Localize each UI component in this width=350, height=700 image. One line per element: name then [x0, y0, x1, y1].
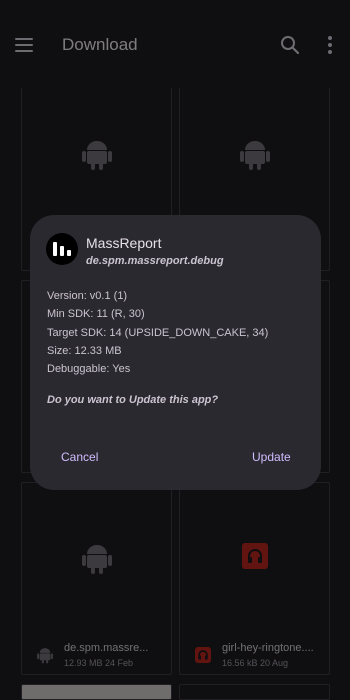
version-line: Version: v0.1 (1)	[47, 290, 128, 302]
app-info: Version: v0.1 (1) Min SDK: 11 (R, 30) Ta…	[47, 287, 268, 378]
app-name: MassReport	[86, 235, 162, 251]
confirm-question: Do you want to Update this app?	[47, 394, 219, 406]
cancel-button[interactable]: Cancel	[61, 450, 98, 464]
package-name: de.spm.massreport.debug	[86, 255, 224, 267]
app-icon	[46, 233, 78, 265]
min-sdk-line: Min SDK: 11 (R, 30)	[47, 308, 145, 321]
size-line: Size: 12.33 MB	[47, 344, 122, 357]
update-button[interactable]: Update	[252, 450, 291, 464]
debuggable-line: Debuggable: Yes	[47, 363, 131, 376]
target-sdk-line: Target SDK: 14 (UPSIDE_DOWN_CAKE, 34)	[47, 326, 269, 339]
update-app-dialog: MassReport de.spm.massreport.debug Versi…	[30, 215, 321, 490]
